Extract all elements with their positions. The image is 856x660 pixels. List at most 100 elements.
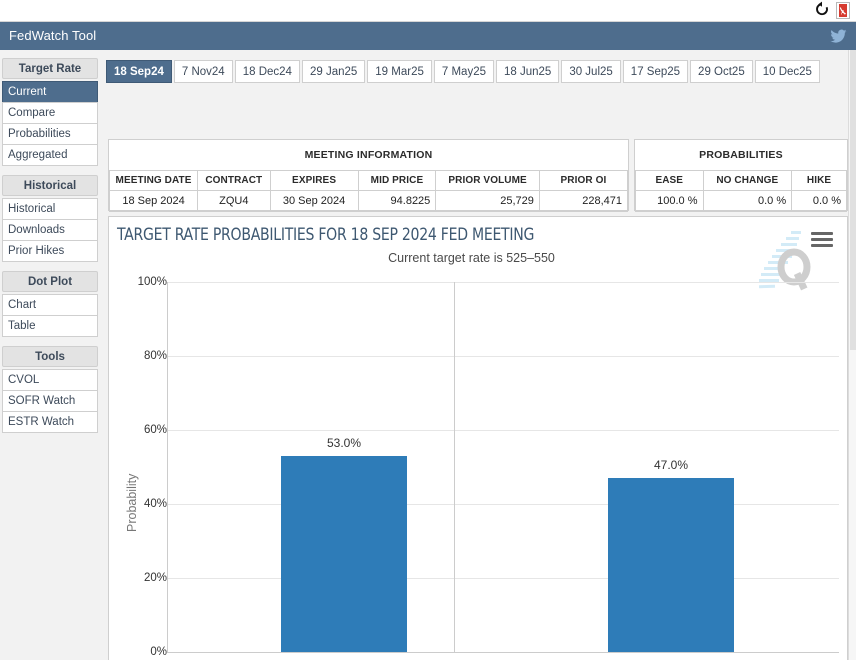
twitter-icon[interactable] bbox=[830, 27, 848, 45]
vertical-scrollbar[interactable] bbox=[848, 50, 856, 660]
sidebar-item-sofr-watch[interactable]: SOFR Watch bbox=[2, 390, 98, 412]
hamburger-menu-icon[interactable] bbox=[811, 232, 833, 250]
ytick-60: 60% bbox=[143, 424, 167, 436]
sidebar-item-chart[interactable]: Chart bbox=[2, 294, 98, 316]
y-axis-line bbox=[167, 282, 168, 652]
gridline-60 bbox=[167, 430, 839, 431]
browser-toolbar: A bbox=[0, 0, 856, 22]
probability-bar-chart: Probability 100% 80% 60% 40% 20% 0% 53.0… bbox=[109, 272, 847, 660]
col-no-change: NO CHANGE bbox=[702, 170, 793, 191]
tab-30-jul25[interactable]: 30 Jul25 bbox=[561, 60, 621, 83]
y-axis-ticks: 100% 80% 60% 40% 20% 0% bbox=[121, 272, 167, 660]
browser-toolbar-icons: A bbox=[814, 1, 850, 19]
bar-500-525[interactable] bbox=[608, 478, 734, 652]
cell-prior-volume: 25,729 bbox=[435, 190, 540, 212]
sidebar: Target Rate Current Compare Probabilitie… bbox=[2, 58, 98, 433]
sidebar-item-table[interactable]: Table bbox=[2, 315, 98, 337]
chart-subtitle: Current target rate is 525–550 bbox=[388, 251, 555, 265]
table-row: 18 Sep 2024 ZQU4 30 Sep 2024 94.8225 25,… bbox=[108, 190, 629, 212]
table-row: 100.0 % 0.0 % 0.0 % bbox=[635, 190, 847, 212]
tab-18-sep24[interactable]: 18 Sep24 bbox=[106, 60, 172, 83]
tab-18-dec24[interactable]: 18 Dec24 bbox=[234, 60, 300, 83]
category-divider bbox=[454, 282, 455, 652]
col-mid-price: MID PRICE bbox=[357, 170, 437, 191]
sidebar-item-downloads[interactable]: Downloads bbox=[2, 219, 98, 241]
app-header: FedWatch Tool bbox=[0, 22, 856, 50]
chart-title: TARGET RATE PROBABILITIES FOR 18 SEP 202… bbox=[117, 225, 535, 245]
cell-contract: ZQU4 bbox=[197, 190, 271, 212]
sidebar-heading-tools: Tools bbox=[2, 346, 98, 367]
gridline-100 bbox=[167, 282, 839, 283]
probabilities-panel: PROBABILITIES EASE NO CHANGE HIKE 100.0 … bbox=[634, 139, 848, 212]
tab-29-jan25[interactable]: 29 Jan25 bbox=[301, 60, 366, 83]
sidebar-item-probabilities[interactable]: Probabilities bbox=[2, 123, 98, 145]
cell-prior-oi: 228,471 bbox=[538, 190, 629, 212]
hamburger-bar bbox=[811, 238, 833, 241]
ytick-40: 40% bbox=[143, 498, 167, 510]
tab-10-dec25[interactable]: 10 Dec25 bbox=[754, 60, 820, 83]
cell-no-change: 0.0 % bbox=[702, 190, 793, 212]
bar-label-500-525: 47.0% bbox=[653, 458, 689, 472]
gridline-80 bbox=[167, 356, 839, 357]
pdf-icon[interactable]: A bbox=[836, 1, 850, 19]
col-hike: HIKE bbox=[791, 170, 847, 191]
cell-meeting-date: 18 Sep 2024 bbox=[108, 190, 199, 212]
gridline-40 bbox=[167, 504, 839, 505]
scrollbar-thumb[interactable] bbox=[850, 50, 856, 350]
meeting-information-caption-row: MEETING INFORMATION bbox=[109, 140, 628, 171]
sidebar-heading-target-rate: Target Rate bbox=[2, 58, 98, 79]
sidebar-heading-dot-plot: Dot Plot bbox=[2, 271, 98, 292]
hamburger-bar bbox=[811, 244, 833, 247]
sidebar-item-cvol[interactable]: CVOL bbox=[2, 369, 98, 391]
col-meeting-date: MEETING DATE bbox=[108, 170, 199, 191]
col-prior-volume: PRIOR VOLUME bbox=[435, 170, 540, 191]
sidebar-item-prior-hikes[interactable]: Prior Hikes bbox=[2, 240, 98, 262]
col-contract: CONTRACT bbox=[197, 170, 271, 191]
meeting-information-table: MEETING INFORMATION MEETING DATE CONTRAC… bbox=[108, 140, 629, 212]
tab-29-oct25[interactable]: 29 Oct25 bbox=[690, 60, 753, 83]
gridline-20 bbox=[167, 578, 839, 579]
cell-expires: 30 Sep 2024 bbox=[269, 190, 359, 212]
cell-hike: 0.0 % bbox=[791, 190, 847, 212]
cell-ease: 100.0 % bbox=[635, 190, 704, 212]
tab-7-nov24[interactable]: 7 Nov24 bbox=[173, 60, 233, 83]
ytick-100: 100% bbox=[137, 276, 167, 288]
meeting-information-caption: MEETING INFORMATION bbox=[109, 140, 628, 171]
ytick-80: 80% bbox=[143, 350, 167, 362]
sidebar-heading-historical: Historical bbox=[2, 175, 98, 196]
sidebar-item-estr-watch[interactable]: ESTR Watch bbox=[2, 411, 98, 433]
svg-text:A: A bbox=[841, 10, 845, 16]
probabilities-caption-row: PROBABILITIES bbox=[635, 140, 847, 171]
sidebar-item-aggregated[interactable]: Aggregated bbox=[2, 144, 98, 166]
meeting-date-tabs: 18 Sep24 7 Nov24 18 Dec24 29 Jan25 19 Ma… bbox=[106, 58, 822, 83]
sidebar-item-compare[interactable]: Compare bbox=[2, 102, 98, 124]
bar-475-500[interactable] bbox=[281, 456, 407, 652]
tab-19-mar25[interactable]: 19 Mar25 bbox=[367, 60, 432, 83]
refresh-icon[interactable] bbox=[814, 1, 830, 19]
meeting-information-header-row: MEETING DATE CONTRACT EXPIRES MID PRICE … bbox=[108, 170, 629, 191]
meeting-information-panel: MEETING INFORMATION MEETING DATE CONTRAC… bbox=[108, 139, 629, 212]
chart-card: TARGET RATE PROBABILITIES FOR 18 SEP 202… bbox=[108, 216, 848, 660]
tab-7-may25[interactable]: 7 May25 bbox=[433, 60, 494, 83]
bar-label-475-500: 53.0% bbox=[326, 436, 362, 450]
probabilities-table: PROBABILITIES EASE NO CHANGE HIKE 100.0 … bbox=[635, 140, 847, 212]
col-ease: EASE bbox=[635, 170, 704, 191]
col-expires: EXPIRES bbox=[269, 170, 359, 191]
fedwatch-app: A FedWatch Tool Target Rate Current Comp… bbox=[0, 0, 856, 660]
sidebar-item-historical[interactable]: Historical bbox=[2, 198, 98, 220]
sidebar-item-current[interactable]: Current bbox=[2, 81, 98, 103]
tab-17-sep25[interactable]: 17 Sep25 bbox=[622, 60, 689, 83]
tab-18-jun25[interactable]: 18 Jun25 bbox=[495, 60, 560, 83]
x-axis-line bbox=[167, 652, 839, 653]
page-body: Target Rate Current Compare Probabilitie… bbox=[0, 50, 856, 660]
ytick-20: 20% bbox=[143, 572, 167, 584]
col-prior-oi: PRIOR OI bbox=[538, 170, 629, 191]
hamburger-bar bbox=[811, 232, 833, 235]
probabilities-header-row: EASE NO CHANGE HIKE bbox=[635, 170, 847, 191]
app-title: FedWatch Tool bbox=[9, 28, 97, 43]
cell-mid-price: 94.8225 bbox=[357, 190, 437, 212]
ytick-0: 0% bbox=[150, 646, 167, 658]
